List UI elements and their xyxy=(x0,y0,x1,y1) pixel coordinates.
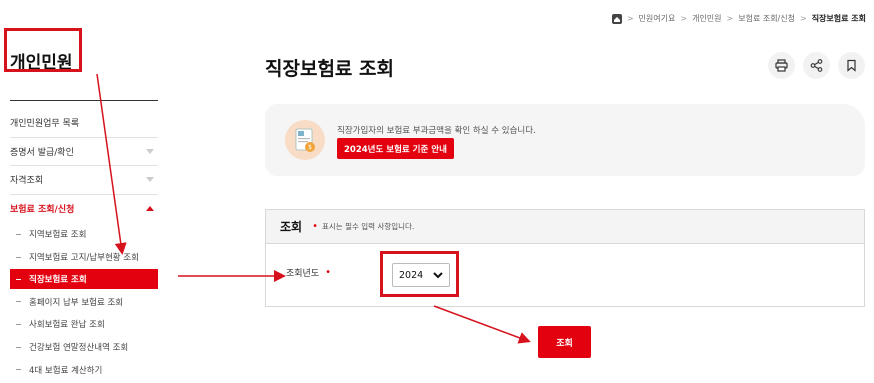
print-icon xyxy=(775,59,788,72)
chevron-down-icon xyxy=(146,148,154,154)
sidebar-subitem-active[interactable]: 직장보험료 조회 xyxy=(10,269,158,290)
guide-button[interactable]: 2024년도 보험료 기준 안내 xyxy=(337,138,454,159)
required-note-text: 표시는 필수 입력 사항입니다. xyxy=(322,222,415,231)
home-icon[interactable] xyxy=(611,13,622,24)
bookmark-icon xyxy=(847,59,856,72)
required-dot-icon: • xyxy=(325,267,332,278)
dash-icon xyxy=(16,346,21,348)
bookmark-button[interactable] xyxy=(838,52,865,79)
breadcrumb-separator: > xyxy=(799,14,807,23)
dash-icon xyxy=(16,323,21,325)
breadcrumb-current: 직장보험료 조회 xyxy=(811,14,866,23)
sidebar-subitem-label: 사회보험료 완납 조회 xyxy=(29,320,105,331)
share-button[interactable] xyxy=(803,52,830,79)
sidebar-submenu: 지역보험료 조회 지역보험료 고지/납부현황 조회 직장보험료 조회 홈페이지 … xyxy=(10,223,158,381)
required-dot-icon: • xyxy=(312,221,318,232)
share-icon xyxy=(810,59,823,72)
chevron-down-icon xyxy=(146,177,154,183)
sidebar-item-label: 자격조회 xyxy=(10,176,44,187)
sidebar-subitem-label: 직장보험료 조회 xyxy=(29,275,87,286)
year-label: 조회년도 • xyxy=(286,266,335,279)
dash-icon xyxy=(16,256,21,258)
sidebar-item-certificate[interactable]: 증명서 발급/확인 xyxy=(10,138,158,166)
query-heading: 조회 xyxy=(280,220,303,234)
sidebar-divider xyxy=(10,100,158,101)
info-text: 직장가입자의 보험료 부과금액을 확인 하실 수 있습니다. xyxy=(337,126,536,136)
sidebar-subitem[interactable]: 홈페이지 납부 보험료 조회 xyxy=(10,290,158,313)
breadcrumb: > 민원여기요 > 개인민원 > 보험료 조회/신청 > 직장보험료 조회 xyxy=(611,13,866,24)
chevron-down-icon xyxy=(433,271,443,278)
breadcrumb-item[interactable]: 보험료 조회/신청 xyxy=(738,13,795,24)
sidebar-item-qualification[interactable]: 자격조회 xyxy=(10,166,158,195)
year-select-value: 2024 xyxy=(399,269,424,281)
sidebar-subitem[interactable]: 사회보험료 완납 조회 xyxy=(10,313,158,336)
sidebar-subitem-label: 홈페이지 납부 보험료 조회 xyxy=(29,297,124,308)
required-note: • 표시는 필수 입력 사항입니다. xyxy=(312,221,414,232)
document-coin-icon: $ xyxy=(285,120,325,160)
info-box: $ 직장가입자의 보험료 부과금액을 확인 하실 수 있습니다. 2024년도 … xyxy=(265,104,865,176)
sidebar-menu: 개인민원업무 목록 증명서 발급/확인 자격조회 보험료 조회/신청 지역보험료… xyxy=(10,109,158,381)
dash-icon xyxy=(16,301,21,303)
breadcrumb-separator: > xyxy=(726,14,734,23)
sidebar-item-label: 증명서 발급/확인 xyxy=(10,147,74,158)
year-select[interactable]: 2024 xyxy=(392,263,450,287)
breadcrumb-item[interactable]: 개인민원 xyxy=(692,13,721,24)
breadcrumb-separator: > xyxy=(680,14,688,23)
sidebar-item-label: 개인민원업무 목록 xyxy=(10,119,80,130)
dash-icon xyxy=(16,278,21,280)
sidebar-subitem[interactable]: 지역보험료 고지/납부현황 조회 xyxy=(10,246,158,269)
sidebar-item-civil-list[interactable]: 개인민원업무 목록 xyxy=(10,109,158,138)
sidebar-item-label: 보험료 조회/신청 xyxy=(10,205,75,216)
sidebar-subitem[interactable]: 4대 보험료 계산하기 xyxy=(10,358,158,381)
sidebar-subitem-label: 건강보험 연말정산내역 조회 xyxy=(29,343,129,354)
breadcrumb-item[interactable]: 민원여기요 xyxy=(639,13,676,24)
sidebar-subitem-label: 지역보험료 조회 xyxy=(29,230,87,241)
dash-icon xyxy=(16,233,21,235)
sidebar-subitem-label: 4대 보험료 계산하기 xyxy=(29,365,103,376)
year-label-text: 조회년도 xyxy=(286,269,320,279)
annotation-arrow xyxy=(433,305,531,344)
sidebar-subitem[interactable]: 지역보험료 조회 xyxy=(10,223,158,246)
search-submit-button[interactable]: 조회 xyxy=(538,326,591,358)
print-button[interactable] xyxy=(768,52,795,79)
query-header: 조회 • 표시는 필수 입력 사항입니다. xyxy=(266,210,864,244)
sidebar-subitem-label: 지역보험료 고지/납부현황 조회 xyxy=(29,253,139,264)
page-title: 직장보험료 조회 xyxy=(265,58,394,80)
chevron-up-icon xyxy=(146,206,154,212)
sidebar-item-premium[interactable]: 보험료 조회/신청 xyxy=(10,195,158,224)
annotation-highlight-box xyxy=(4,28,82,72)
svg-text:$: $ xyxy=(308,144,312,151)
sidebar-subitem[interactable]: 건강보험 연말정산내역 조회 xyxy=(10,336,158,359)
dash-icon xyxy=(16,369,21,371)
query-panel: 조회 • 표시는 필수 입력 사항입니다. 조회년도 • 2024 xyxy=(265,209,865,307)
breadcrumb-separator: > xyxy=(626,14,634,23)
